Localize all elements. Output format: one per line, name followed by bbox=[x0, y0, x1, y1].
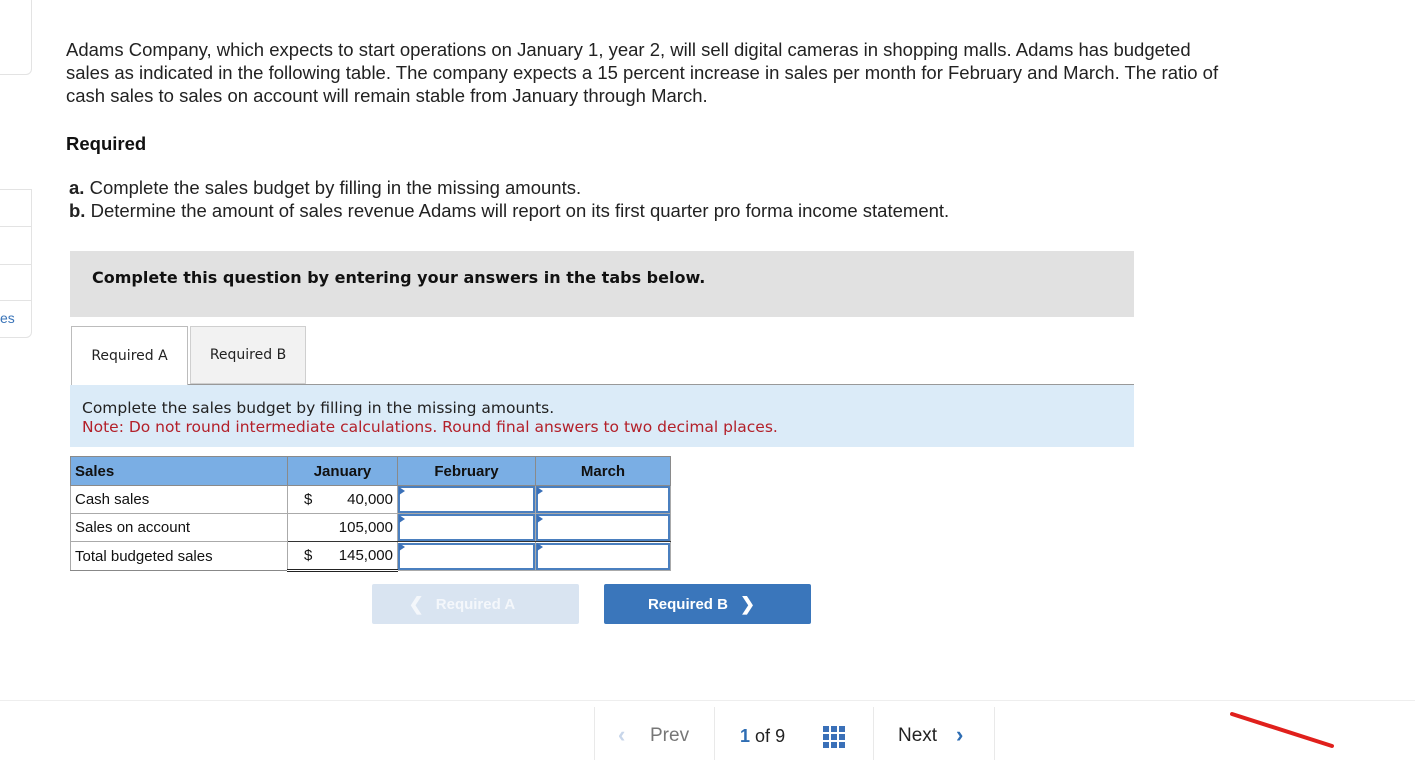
red-line-stroke bbox=[1230, 712, 1334, 748]
next-required-b-button[interactable]: Required B ❯ bbox=[604, 584, 811, 624]
required-heading: Required bbox=[66, 133, 147, 154]
january-value: 105,000 bbox=[338, 519, 393, 536]
header-march: March bbox=[535, 456, 671, 486]
requirement-text: Complete the sales budget by filling in … bbox=[84, 177, 582, 198]
requirement-letter: b. bbox=[69, 200, 86, 221]
pager-prev-link[interactable]: Prev bbox=[650, 725, 689, 747]
next-button-label: Required B bbox=[647, 595, 728, 613]
requirements-list: a. Complete the sales budget by filling … bbox=[69, 176, 949, 222]
pager-next-link[interactable]: Next bbox=[898, 725, 937, 747]
total-sales-march-input[interactable] bbox=[536, 542, 670, 570]
side-panel-stub[interactable] bbox=[0, 264, 32, 302]
requirement-a: a. Complete the sales budget by filling … bbox=[69, 176, 949, 199]
tab-required-a[interactable]: Required A bbox=[71, 326, 188, 385]
footer-separator bbox=[714, 707, 715, 760]
january-value: 145,000 bbox=[338, 547, 393, 564]
header-january: January bbox=[287, 456, 398, 486]
grid-icon[interactable] bbox=[823, 726, 847, 748]
table-header-row: Sales January February March bbox=[70, 456, 671, 486]
page-of-label: of bbox=[755, 726, 771, 746]
current-page: 1 bbox=[740, 726, 751, 746]
input-flag-icon bbox=[537, 487, 543, 495]
input-flag-icon bbox=[399, 543, 405, 551]
currency-symbol: $ bbox=[304, 491, 313, 508]
footer-separator bbox=[994, 707, 995, 760]
currency-symbol: $ bbox=[304, 547, 313, 564]
instructions-box: Complete this question by entering your … bbox=[70, 251, 1134, 317]
pager-prev-chevron-icon[interactable]: ‹ bbox=[618, 722, 625, 748]
sales-budget-table: Sales January February March Cash sales … bbox=[70, 456, 671, 572]
prev-required-a-button[interactable]: ❮ Required A ❮ bbox=[372, 584, 579, 624]
page-indicator: 1 of 9 bbox=[740, 726, 785, 747]
total-pages: 9 bbox=[775, 726, 786, 746]
table-row-sales-on-account: Sales on account 105,000 bbox=[70, 513, 671, 542]
january-value-cell: $145,000 bbox=[287, 541, 398, 572]
problem-intro: Adams Company, which expects to start op… bbox=[66, 39, 1219, 106]
january-value: 40,000 bbox=[347, 491, 393, 508]
row-label: Cash sales bbox=[70, 485, 288, 514]
requirement-b: b. Determine the amount of sales revenue… bbox=[69, 199, 949, 222]
total-sales-february-input[interactable] bbox=[398, 542, 535, 570]
footer-divider bbox=[0, 700, 1415, 701]
march-cell bbox=[535, 485, 671, 514]
input-flag-icon bbox=[537, 543, 543, 551]
cash-sales-february-input[interactable] bbox=[398, 486, 535, 513]
january-value-cell: $40,000 bbox=[287, 485, 398, 514]
january-value-cell: 105,000 bbox=[287, 513, 398, 542]
instructions-text: Complete this question by entering your … bbox=[92, 268, 706, 287]
panel-note: Note: Do not round intermediate calculat… bbox=[82, 418, 778, 436]
row-label: Sales on account bbox=[70, 513, 288, 542]
chevron-right-icon: ❯ bbox=[739, 593, 756, 614]
row-label: Total budgeted sales bbox=[70, 541, 288, 571]
february-cell bbox=[397, 513, 536, 542]
input-flag-icon bbox=[399, 515, 405, 523]
panel-prompt: Complete the sales budget by filling in … bbox=[82, 399, 555, 417]
header-february: February bbox=[397, 456, 536, 486]
february-cell bbox=[397, 485, 536, 514]
table-row-cash-sales: Cash sales $40,000 bbox=[70, 485, 671, 514]
march-cell bbox=[535, 541, 671, 571]
input-flag-icon bbox=[537, 515, 543, 523]
february-cell bbox=[397, 541, 536, 571]
header-sales: Sales bbox=[70, 456, 288, 486]
footer-separator bbox=[873, 707, 874, 760]
prev-button-label: Required A bbox=[435, 595, 516, 613]
red-annotation-line bbox=[1230, 712, 1334, 748]
pager-next-chevron-icon[interactable]: › bbox=[956, 722, 963, 748]
march-cell bbox=[535, 513, 671, 542]
sales-on-account-march-input[interactable] bbox=[536, 514, 670, 541]
tab-required-b[interactable]: Required B bbox=[190, 326, 306, 384]
sales-on-account-february-input[interactable] bbox=[398, 514, 535, 541]
chevron-left-icon: ❮ bbox=[408, 593, 424, 614]
footer-separator bbox=[594, 707, 595, 760]
side-panel-stub[interactable] bbox=[0, 226, 32, 266]
cash-sales-march-input[interactable] bbox=[536, 486, 670, 513]
requirement-text: Determine the amount of sales revenue Ad… bbox=[85, 200, 950, 221]
input-flag-icon bbox=[399, 487, 405, 495]
side-panel-stub bbox=[0, 0, 32, 75]
side-panel-label[interactable]: es bbox=[0, 310, 15, 326]
side-panel-stub[interactable] bbox=[0, 189, 32, 228]
tab-panel-instructions: Complete the sales budget by filling in … bbox=[70, 385, 1134, 447]
table-row-total-budgeted-sales: Total budgeted sales $145,000 bbox=[70, 541, 671, 572]
requirement-letter: a. bbox=[69, 177, 85, 198]
